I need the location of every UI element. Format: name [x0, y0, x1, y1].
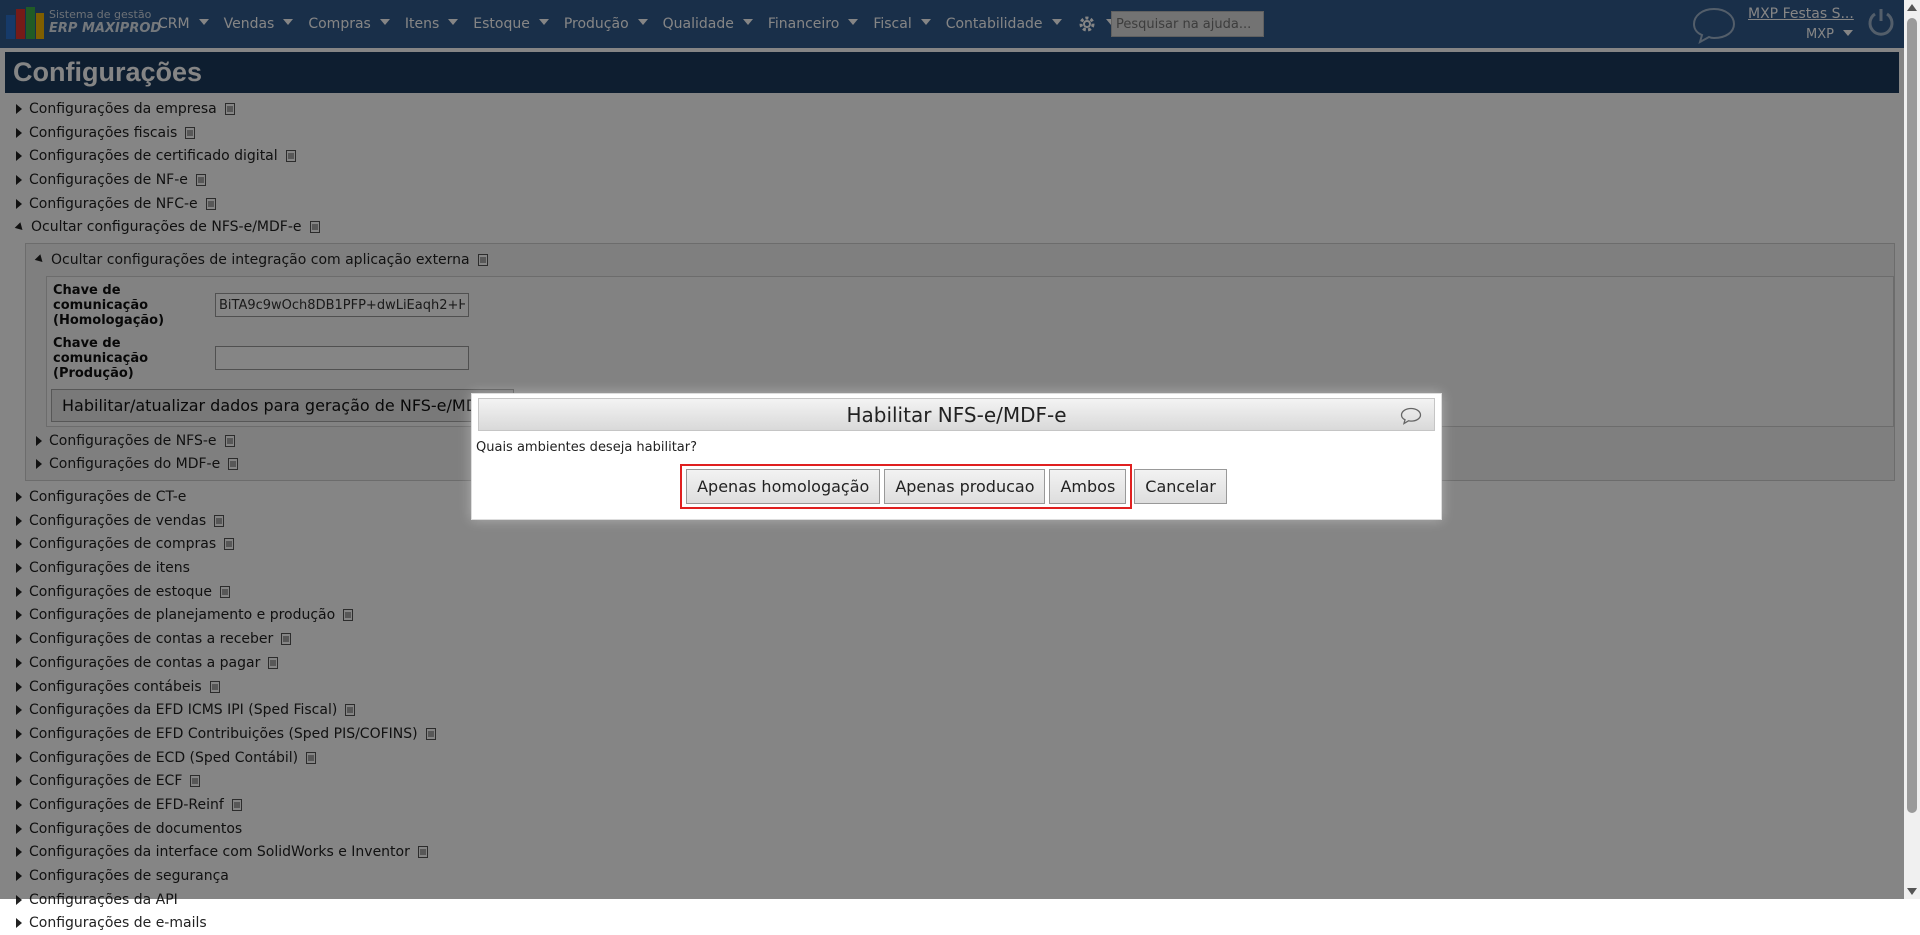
config-item-label: Configurações de e-mails [29, 915, 207, 932]
dialog-header: Habilitar NFS-e/MDF-e [478, 398, 1435, 431]
scroll-up-arrow-icon[interactable] [1907, 4, 1917, 11]
dialog-question: Quais ambientes deseja habilitar? [476, 440, 698, 455]
page-scrollbar[interactable] [1904, 0, 1920, 899]
enable-nfse-dialog: Habilitar NFS-e/MDF-e Quais ambientes de… [471, 393, 1442, 520]
dialog-buttons: Apenas homologação Apenas producao Ambos… [478, 464, 1435, 509]
cancel-button[interactable]: Cancelar [1134, 469, 1227, 504]
chat-icon[interactable] [1400, 407, 1422, 425]
only-homologation-button[interactable]: Apenas homologação [686, 469, 881, 504]
both-button[interactable]: Ambos [1049, 469, 1127, 504]
expand-arrow-icon [16, 918, 22, 929]
scroll-down-arrow-icon[interactable] [1907, 888, 1917, 895]
only-production-button[interactable]: Apenas producao [884, 469, 1046, 504]
dialog-title: Habilitar NFS-e/MDF-e [846, 402, 1067, 427]
scroll-thumb[interactable] [1907, 18, 1917, 813]
config-item[interactable]: Configurações de e-mails [5, 912, 1899, 935]
